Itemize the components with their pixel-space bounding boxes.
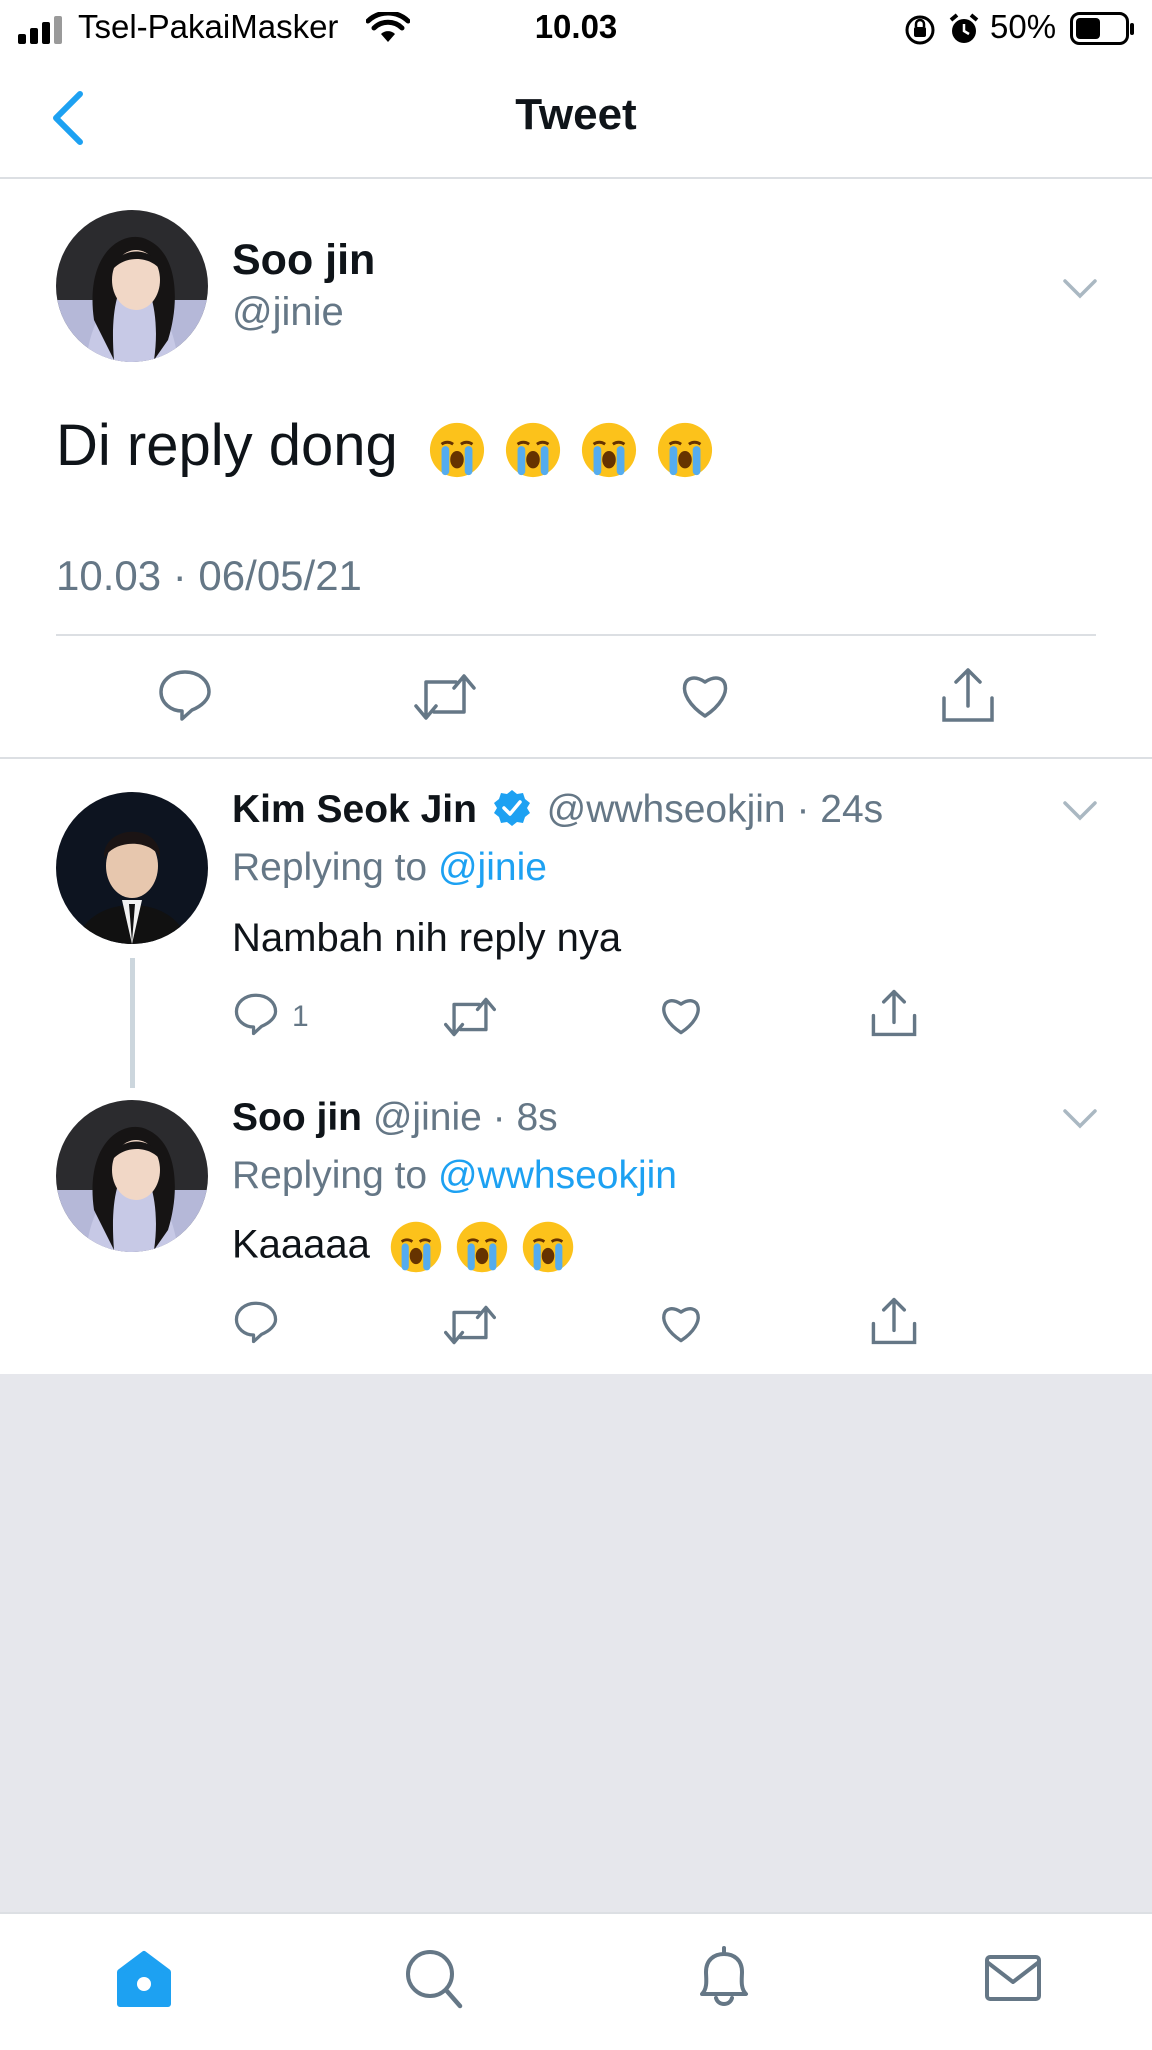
page-title: Tweet xyxy=(515,90,637,139)
timestamp-divider xyxy=(56,634,1096,636)
retweet-icon[interactable] xyxy=(414,672,476,722)
replying-to: Replying to @jinie xyxy=(232,846,547,890)
chevron-down-icon[interactable] xyxy=(1062,1108,1098,1130)
verified-badge-icon xyxy=(493,790,530,826)
nav-divider xyxy=(0,177,1152,179)
like-heart-icon[interactable] xyxy=(658,1302,704,1344)
author-name[interactable]: Soo jin xyxy=(232,236,375,285)
like-heart-icon[interactable] xyxy=(678,670,732,720)
reply-header: Kim Seok Jin @wwhseokjin · 24s xyxy=(232,788,883,832)
meta-separator: · xyxy=(481,1096,517,1139)
loudly-crying-face-icon xyxy=(581,422,636,477)
reply-time: 8s xyxy=(516,1096,558,1139)
author-name[interactable]: Soo jin xyxy=(232,1096,362,1139)
share-icon[interactable] xyxy=(940,666,996,724)
thread-connector xyxy=(130,958,135,1088)
loudly-crying-emojis xyxy=(428,421,714,479)
tab-bar xyxy=(0,1912,1152,2050)
avatar[interactable] xyxy=(56,792,208,944)
meta-separator: · xyxy=(785,788,821,831)
replying-prefix: Replying to xyxy=(232,1154,428,1197)
reply-count: 1 xyxy=(292,1000,309,1033)
author-name[interactable]: Kim Seok Jin xyxy=(232,788,477,831)
share-icon[interactable] xyxy=(870,1296,918,1346)
loudly-crying-face-icon xyxy=(429,422,484,477)
mention-link[interactable]: @wwhseokjin xyxy=(438,1154,677,1197)
home-icon[interactable] xyxy=(112,1948,176,2008)
reply-text: Nambah nih reply nya xyxy=(232,916,622,960)
reply-icon[interactable] xyxy=(234,1300,278,1344)
orientation-lock-icon xyxy=(905,15,935,45)
reply-icon[interactable] xyxy=(234,992,278,1036)
empty-background xyxy=(0,1374,1152,1912)
messages-mail-icon[interactable] xyxy=(984,1954,1042,2002)
mention-link[interactable]: @jinie xyxy=(438,846,547,889)
loudly-crying-face-icon xyxy=(505,422,560,477)
section-divider xyxy=(0,757,1152,759)
replying-to: Replying to @wwhseokjin xyxy=(232,1154,677,1198)
reply-time: 24s xyxy=(820,788,884,831)
loudly-crying-face-icon xyxy=(657,422,712,477)
reply-text-content: Kaaaaa xyxy=(232,1222,370,1267)
avatar[interactable] xyxy=(56,210,208,362)
tweet-text-content: Di reply dong xyxy=(56,413,398,478)
author-handle[interactable]: @wwhseokjin xyxy=(547,788,786,831)
search-icon[interactable] xyxy=(404,1948,464,2010)
battery-percent: 50% xyxy=(990,8,1057,45)
status-bar: Tsel-PakaiMasker 10.03 50% xyxy=(0,0,1152,62)
share-icon[interactable] xyxy=(870,988,918,1038)
retweet-icon[interactable] xyxy=(444,996,496,1038)
tweet-text: Di reply dong xyxy=(56,412,714,479)
like-heart-icon[interactable] xyxy=(658,994,704,1036)
tweet-timestamp: 10.03 · 06/05/21 xyxy=(56,552,362,599)
battery-icon xyxy=(1070,12,1134,45)
chevron-down-icon[interactable] xyxy=(1062,278,1098,300)
loudly-crying-face-icon xyxy=(390,1221,442,1273)
loudly-crying-emojis xyxy=(389,1220,575,1274)
reply-icon[interactable] xyxy=(158,668,212,722)
author-handle[interactable]: @jinie xyxy=(373,1096,482,1139)
alarm-icon xyxy=(949,13,979,43)
replying-prefix: Replying to xyxy=(232,846,428,889)
loudly-crying-face-icon xyxy=(456,1221,508,1273)
avatar[interactable] xyxy=(56,1100,208,1252)
reply-header: Soo jin @jinie · 8s xyxy=(232,1096,558,1140)
retweet-icon[interactable] xyxy=(444,1304,496,1346)
chevron-down-icon[interactable] xyxy=(1062,800,1098,822)
author-handle[interactable]: @jinie xyxy=(232,290,344,335)
notifications-bell-icon[interactable] xyxy=(694,1946,754,2010)
loudly-crying-face-icon xyxy=(522,1221,574,1273)
reply-text: Kaaaaa xyxy=(232,1220,575,1274)
